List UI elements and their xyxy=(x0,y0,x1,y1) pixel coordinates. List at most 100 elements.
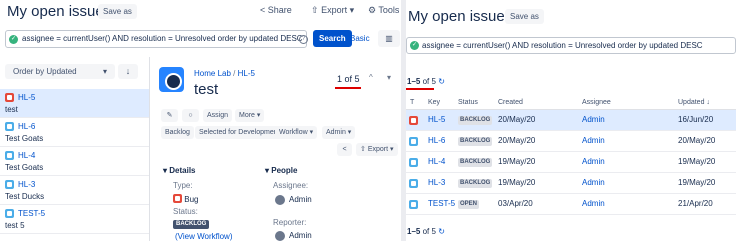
share-button[interactable]: < xyxy=(337,143,352,156)
chevron-down-icon[interactable]: ▾ xyxy=(387,73,391,82)
gear-icon: ⚙ xyxy=(368,5,377,15)
breadcrumb-project[interactable]: Home Lab xyxy=(194,69,231,78)
reporter-value[interactable]: Admin xyxy=(289,231,312,240)
save-as-button[interactable]: Save as xyxy=(505,9,544,24)
details-section-header[interactable]: ▾ Details xyxy=(163,166,195,175)
arrow-down-icon: ↓ xyxy=(125,66,131,76)
updated-date: 21/Apr/20 xyxy=(678,199,713,208)
column-header-status[interactable]: Status xyxy=(458,99,478,106)
list-item[interactable]: HL-6 Test Goats xyxy=(0,118,149,147)
created-date: 20/May/20 xyxy=(498,115,536,124)
table-row[interactable]: HL-5 BACKLOG 20/May/20 Admin 16/Jun/20 xyxy=(406,110,736,131)
share-icon: < xyxy=(260,5,266,15)
column-header-assignee[interactable]: Assignee xyxy=(582,99,611,106)
chevron-down-icon: ▾ xyxy=(102,67,107,76)
table-row[interactable]: TEST-5 OPEN 03/Apr/20 Admin 21/Apr/20 xyxy=(406,194,736,215)
type-text: Bug xyxy=(184,195,199,204)
share-button[interactable]: < Share xyxy=(260,5,292,15)
help-icon[interactable]: ? xyxy=(299,35,308,44)
export-button[interactable]: ⇧ Export ▾ xyxy=(356,143,398,156)
results-count-footer: 1–5 of 5 ↻ xyxy=(407,227,445,236)
avatar xyxy=(275,195,285,205)
detail-view-panel: My open issues Save as < Share ⇧ Export … xyxy=(0,0,401,241)
bug-icon xyxy=(5,93,14,102)
issue-key: HL-4 xyxy=(18,151,36,160)
more-button[interactable]: More ▾ xyxy=(235,109,265,122)
comment-button[interactable]: ○ xyxy=(182,109,199,122)
column-header-updated[interactable]: Updated ↓ xyxy=(678,99,710,106)
selected-for-development-button[interactable]: Selected for Development xyxy=(195,126,284,139)
column-header-created[interactable]: Created xyxy=(498,99,523,106)
chevron-up-icon[interactable]: ^ xyxy=(369,73,373,82)
issue-key[interactable]: HL-5 xyxy=(428,115,445,124)
chevron-down-icon: ▾ xyxy=(390,146,394,153)
issue-summary: Test Ducks xyxy=(5,192,45,201)
results-count: 1–5 of 5 ↻ xyxy=(407,77,445,86)
order-by-label: Order by Updated xyxy=(13,67,77,76)
reporter-label: Reporter: xyxy=(273,218,307,227)
created-date: 20/May/20 xyxy=(498,136,536,145)
count-total: 5 xyxy=(431,77,436,86)
list-item[interactable]: TEST-5 test 5 xyxy=(0,205,149,234)
tools-button[interactable]: ⚙ Tools xyxy=(368,5,399,16)
backlog-button[interactable]: Backlog xyxy=(161,126,194,139)
chevron-down-icon: ▾ xyxy=(256,112,261,119)
table-row[interactable]: HL-3 BACKLOG 19/May/20 Admin 19/May/20 xyxy=(406,173,736,194)
view-workflow-link[interactable]: (View Workflow) xyxy=(175,232,233,241)
assignee[interactable]: Admin xyxy=(582,157,605,166)
view-switcher-button[interactable]: ▥ xyxy=(378,30,400,47)
count-range: 1–5 xyxy=(407,77,421,86)
task-icon xyxy=(5,180,14,189)
table-row[interactable]: HL-4 BACKLOG 19/May/20 Admin 19/May/20 xyxy=(406,152,736,173)
task-icon xyxy=(409,158,418,167)
basic-mode-link[interactable]: Basic xyxy=(350,34,370,43)
task-icon xyxy=(409,179,418,188)
status-badge: BACKLOG xyxy=(458,116,493,125)
list-item[interactable]: HL-5 test xyxy=(0,89,149,118)
issue-key[interactable]: TEST-5 xyxy=(428,199,455,208)
count-total: 5 xyxy=(431,227,436,236)
issue-key[interactable]: HL-3 xyxy=(428,178,445,187)
comment-icon: ○ xyxy=(188,112,193,119)
issue-key[interactable]: HL-6 xyxy=(428,136,445,145)
admin-button[interactable]: Admin ▾ xyxy=(322,126,356,139)
issue-title[interactable]: test xyxy=(194,81,218,98)
chevron-down-icon: ▾ xyxy=(163,166,168,175)
assignee-value[interactable]: Admin xyxy=(289,195,312,204)
updated-header-label: Updated xyxy=(678,99,705,106)
refresh-icon[interactable]: ↻ xyxy=(438,77,445,86)
people-section-header[interactable]: ▾ People xyxy=(265,166,297,175)
issue-key[interactable]: HL-4 xyxy=(428,157,445,166)
details-heading: Details xyxy=(169,166,196,175)
issue-key: HL-3 xyxy=(18,180,36,189)
edit-button[interactable]: ✎ xyxy=(161,109,178,122)
jql-query-field[interactable]: ✓ assignee = currentUser() AND resolutio… xyxy=(5,30,307,48)
export-button[interactable]: ⇧ Export ▾ xyxy=(311,5,354,16)
jql-query-field[interactable]: ✓ assignee = currentUser() AND resolutio… xyxy=(406,37,736,54)
refresh-icon[interactable]: ↻ xyxy=(438,227,445,236)
created-date: 03/Apr/20 xyxy=(498,199,533,208)
list-item[interactable]: HL-4 Test Goats xyxy=(0,147,149,176)
column-header-type[interactable]: T xyxy=(410,99,414,106)
share-icon: < xyxy=(342,146,347,153)
search-button[interactable]: Search xyxy=(313,30,352,47)
table-row[interactable]: HL-6 BACKLOG 20/May/20 Admin 20/May/20 xyxy=(406,131,736,152)
column-header-key[interactable]: Key xyxy=(428,99,440,106)
workflow-button[interactable]: Workflow ▾ xyxy=(275,126,318,139)
assignee[interactable]: Admin xyxy=(582,136,605,145)
save-as-button[interactable]: Save as xyxy=(98,4,137,19)
breadcrumb-issue-key[interactable]: HL-5 xyxy=(238,69,255,78)
list-item[interactable]: HL-3 Test Ducks xyxy=(0,176,149,205)
type-label: Type: xyxy=(173,181,193,190)
updated-date: 16/Jun/20 xyxy=(678,115,714,124)
assignee[interactable]: Admin xyxy=(582,199,605,208)
project-avatar xyxy=(159,67,184,92)
task-icon xyxy=(5,122,14,131)
issue-pager: 1 of 5 xyxy=(337,74,360,84)
sort-direction-button[interactable]: ↓ xyxy=(118,64,138,79)
assign-button[interactable]: Assign xyxy=(203,109,233,122)
order-by-dropdown[interactable]: Order by Updated ▾ xyxy=(5,64,115,79)
assignee[interactable]: Admin xyxy=(582,115,605,124)
assignee[interactable]: Admin xyxy=(582,178,605,187)
issue-summary: test xyxy=(5,105,18,114)
